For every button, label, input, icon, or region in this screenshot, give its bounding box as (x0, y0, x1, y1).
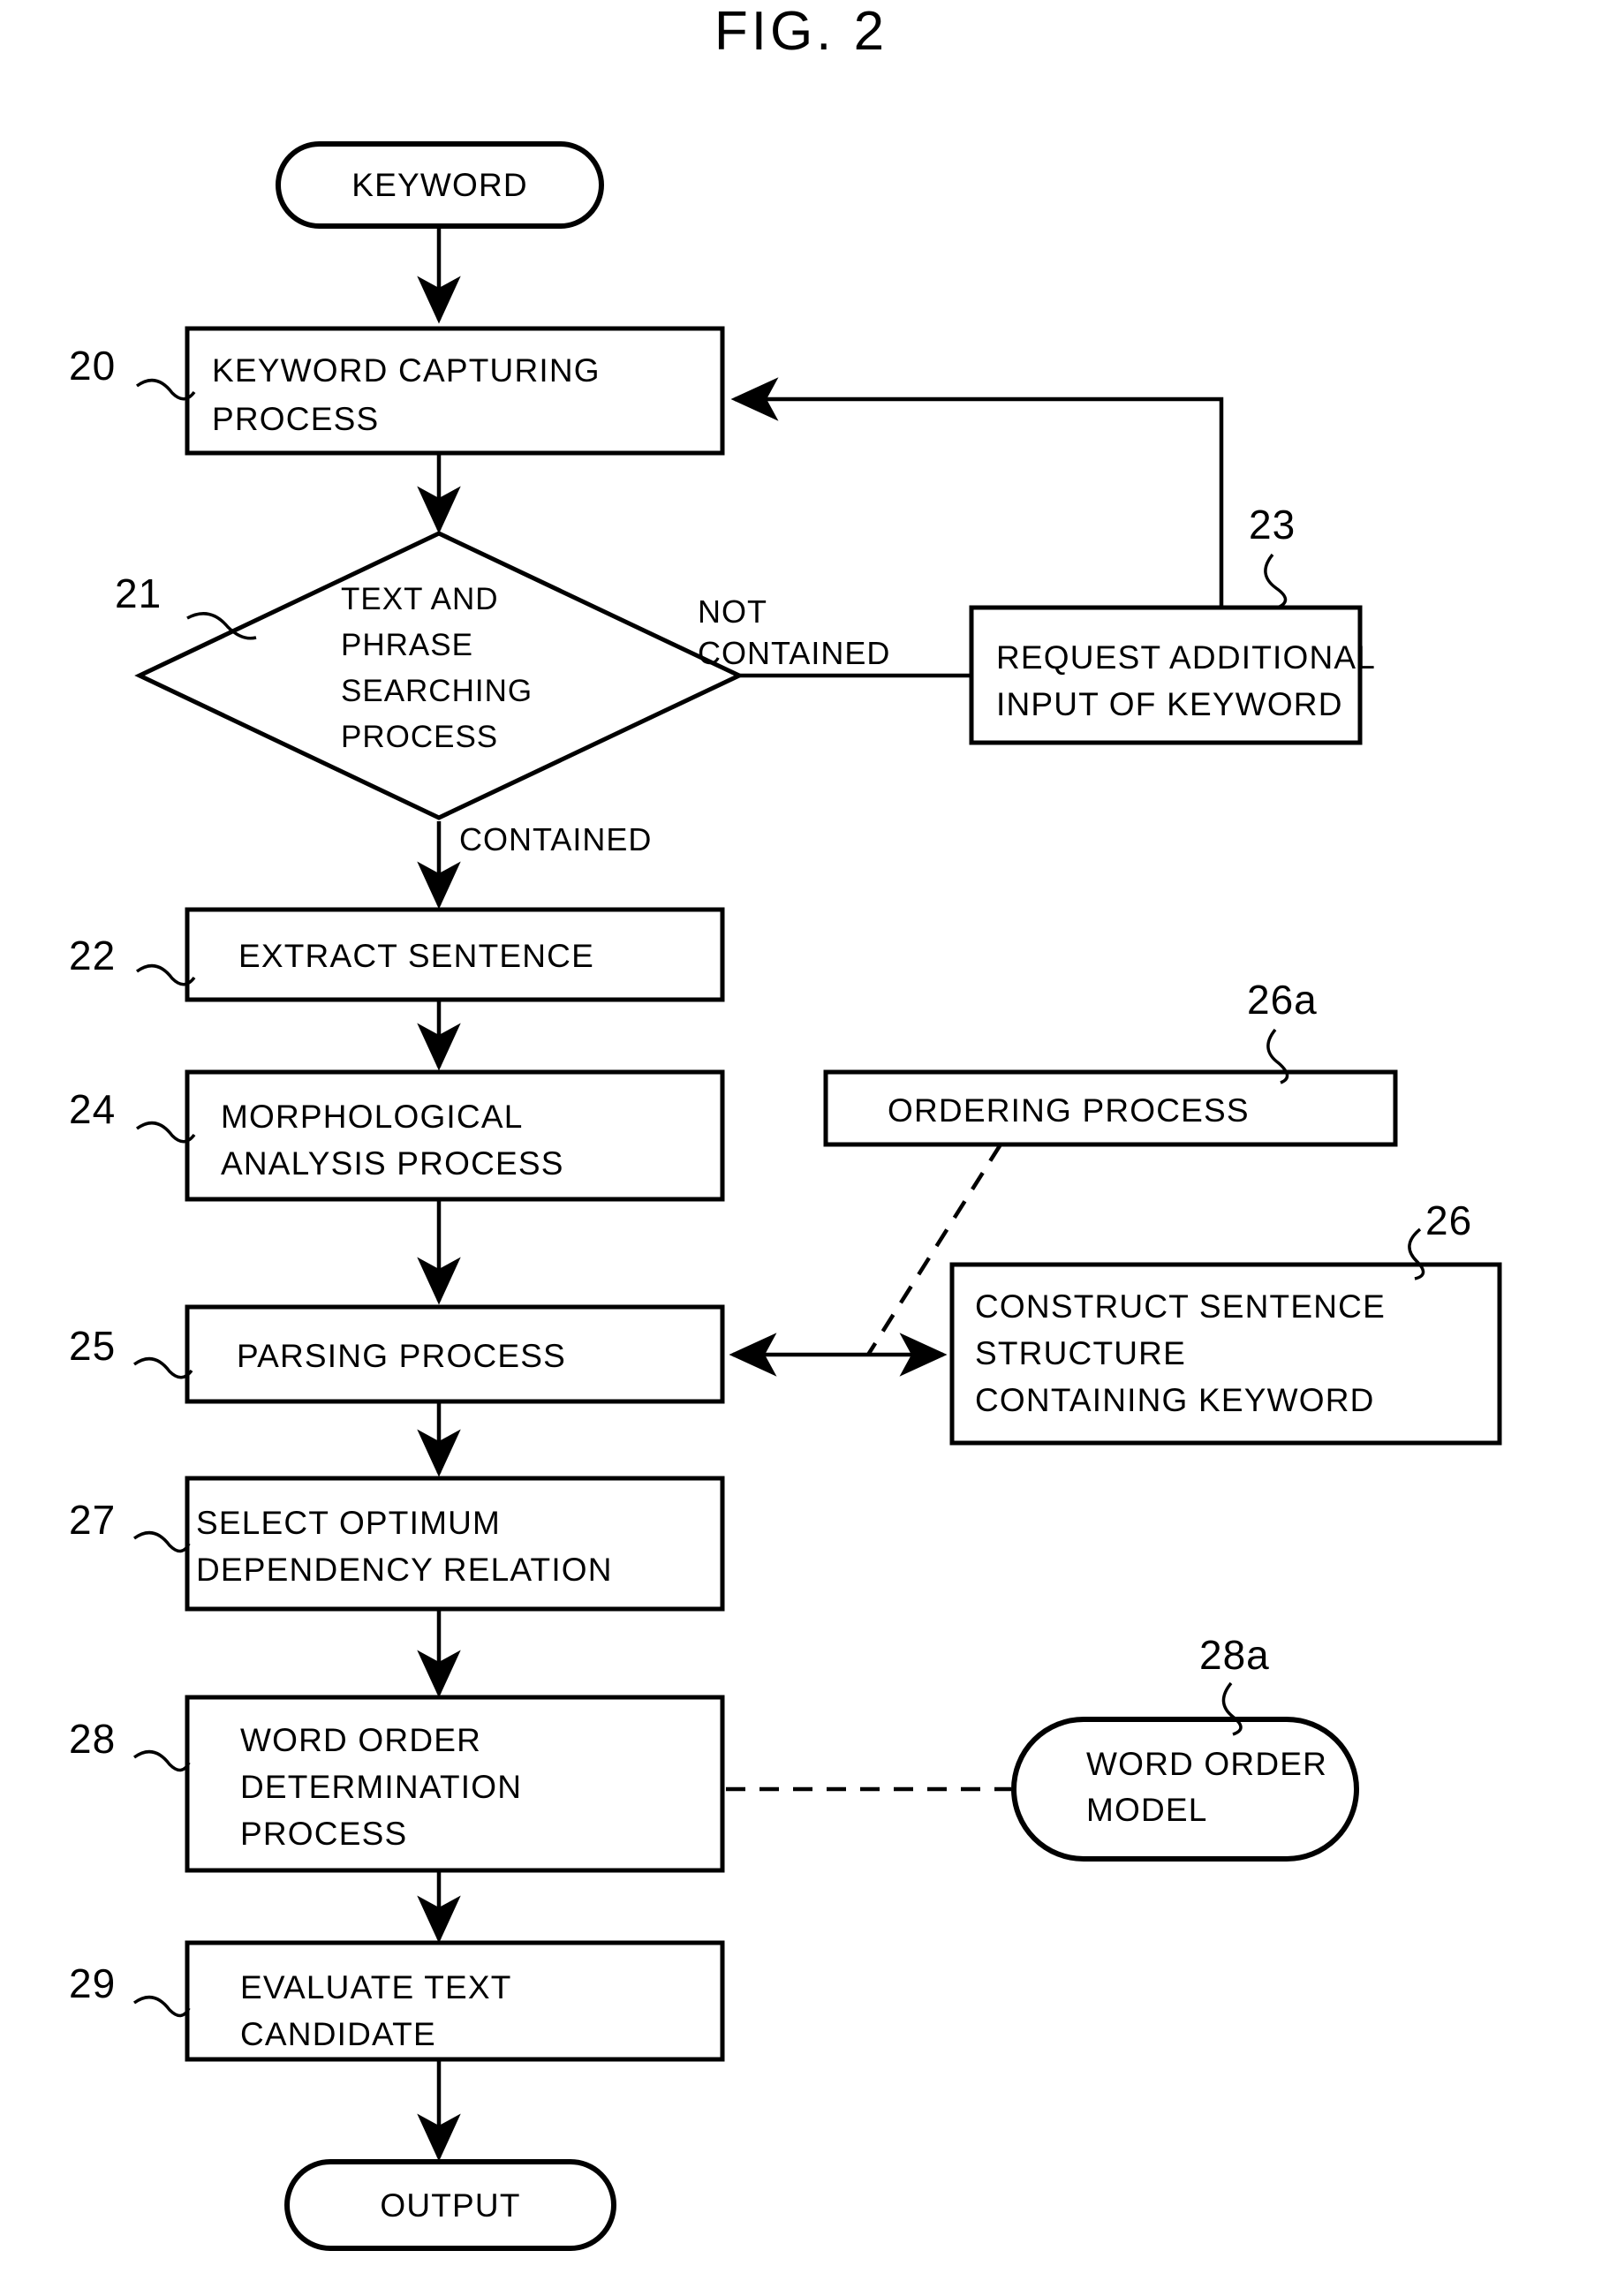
node-21-text-and-phrase-searching-process[interactable]: TEXT AND PHRASE SEARCHING PROCESS (134, 531, 744, 820)
node-26-construct-sentence-structure[interactable]: CONSTRUCT SENTENCE STRUCTURE CONTAINING … (949, 1262, 1502, 1446)
not-contained-line2: CONTAINED (698, 635, 890, 671)
node-21-label-line3: SEARCHING (341, 674, 533, 708)
node-27-label-line2: DEPENDENCY RELATION (196, 1552, 613, 1588)
flowchart-canvas: KEYWORD KEYWORD CAPTURING PROCESS 20 TEX… (69, 141, 1502, 2251)
node-21-label-line2: PHRASE (341, 628, 473, 662)
node-end-output[interactable]: OUTPUT (284, 2159, 616, 2251)
node-26-label-line3: CONTAINING KEYWORD (975, 1382, 1375, 1418)
edge-label-contained: CONTAINED (459, 821, 652, 857)
ref-28a-number: 28a (1199, 1632, 1270, 1678)
ref-26a: 26a (1247, 977, 1318, 1084)
node-28-label-line3: PROCESS (240, 1816, 407, 1852)
node-20-label-line2: PROCESS (212, 401, 379, 437)
ref-24-number: 24 (69, 1086, 116, 1132)
ref-26a-number: 26a (1247, 977, 1318, 1023)
end-terminal-label: OUTPUT (380, 2187, 520, 2224)
node-27-label-line1: SELECT OPTIMUM (196, 1505, 501, 1541)
ref-26-number: 26 (1425, 1197, 1472, 1243)
node-28a-label-line1: WORD ORDER (1086, 1746, 1327, 1782)
node-21-label-line1: TEXT AND (341, 582, 499, 616)
ref-29-leader-line (132, 1995, 191, 2018)
node-24-label-line1: MORPHOLOGICAL (221, 1099, 524, 1135)
node-start-keyword[interactable]: KEYWORD (276, 141, 604, 229)
ref-22: 22 (69, 933, 196, 986)
ref-24: 24 (69, 1086, 196, 1144)
node-24-label-line2: ANALYSIS PROCESS (221, 1145, 564, 1182)
ref-28-leader-line (132, 1749, 191, 1772)
not-contained-line1: NOT (698, 593, 767, 630)
node-28a-word-order-model[interactable]: WORD ORDER MODEL (1011, 1717, 1359, 1862)
ref-20-number: 20 (69, 343, 116, 389)
node-28-label-line1: WORD ORDER (240, 1722, 481, 1758)
ref-21-number: 21 (115, 570, 162, 616)
node-23-label-line1: REQUEST ADDITIONAL (996, 639, 1376, 676)
node-23-label-line2: INPUT OF KEYWORD (996, 686, 1343, 722)
node-25-label-line1: PARSING PROCESS (237, 1338, 566, 1374)
ref-27-number: 27 (69, 1497, 116, 1543)
ref-27: 27 (69, 1497, 191, 1553)
ref-25-leader-line (132, 1356, 193, 1379)
ref-25: 25 (69, 1323, 193, 1379)
ref-29-number: 29 (69, 1960, 116, 2006)
node-26a-ordering-process[interactable]: ORDERING PROCESS (823, 1069, 1398, 1147)
figure-page: FIG. 2 KEYWORD KEYWORD CAPTURING PROCESS… (0, 0, 1602, 2296)
node-29-label-line1: EVALUATE TEXT (240, 1969, 512, 2005)
node-28a-label-line2: MODEL (1086, 1792, 1208, 1828)
node-27-shape (185, 1476, 725, 1612)
ref-20: 20 (69, 343, 196, 401)
ref-28: 28 (69, 1716, 191, 1772)
node-29-label-line2: CANDIDATE (240, 2016, 436, 2052)
start-terminal-label: KEYWORD (351, 167, 528, 203)
ref-29: 29 (69, 1960, 191, 2018)
node-28-word-order-determination-process[interactable]: WORD ORDER DETERMINATION PROCESS (185, 1695, 725, 1873)
node-26-label-line1: CONSTRUCT SENTENCE (975, 1288, 1386, 1325)
node-29-evaluate-text-candidate[interactable]: EVALUATE TEXT CANDIDATE (185, 1940, 725, 2062)
node-25-parsing-process[interactable]: PARSING PROCESS (185, 1304, 725, 1404)
node-22-label-line1: EXTRACT SENTENCE (238, 938, 594, 974)
node-20-label-line1: KEYWORD CAPTURING (212, 352, 601, 389)
node-28a-shape (1011, 1717, 1359, 1862)
node-23-request-additional-input[interactable]: REQUEST ADDITIONAL INPUT OF KEYWORD (969, 605, 1376, 745)
ref-27-leader-line (132, 1530, 191, 1553)
node-27-select-optimum-dependency-relation[interactable]: SELECT OPTIMUM DEPENDENCY RELATION (185, 1476, 725, 1612)
edge-label-not-contained: NOT CONTAINED (698, 593, 890, 671)
node-24-morphological-analysis-process[interactable]: MORPHOLOGICAL ANALYSIS PROCESS (185, 1069, 725, 1202)
ref-25-number: 25 (69, 1323, 116, 1369)
ref-23-leader-line (1264, 553, 1288, 609)
ref-22-number: 22 (69, 933, 116, 978)
ref-28-number: 28 (69, 1716, 116, 1762)
node-21-label-line4: PROCESS (341, 720, 498, 754)
ref-23-number: 23 (1249, 502, 1296, 548)
edge-23-feedback-to-20 (730, 377, 1224, 608)
node-22-extract-sentence[interactable]: EXTRACT SENTENCE (185, 907, 725, 1002)
ref-23: 23 (1249, 502, 1296, 609)
node-26-label-line2: STRUCTURE (975, 1335, 1186, 1371)
node-28-label-line2: DETERMINATION (240, 1769, 522, 1805)
node-20-keyword-capturing-process[interactable]: KEYWORD CAPTURING PROCESS (185, 326, 725, 456)
node-26a-label-line1: ORDERING PROCESS (888, 1092, 1250, 1129)
